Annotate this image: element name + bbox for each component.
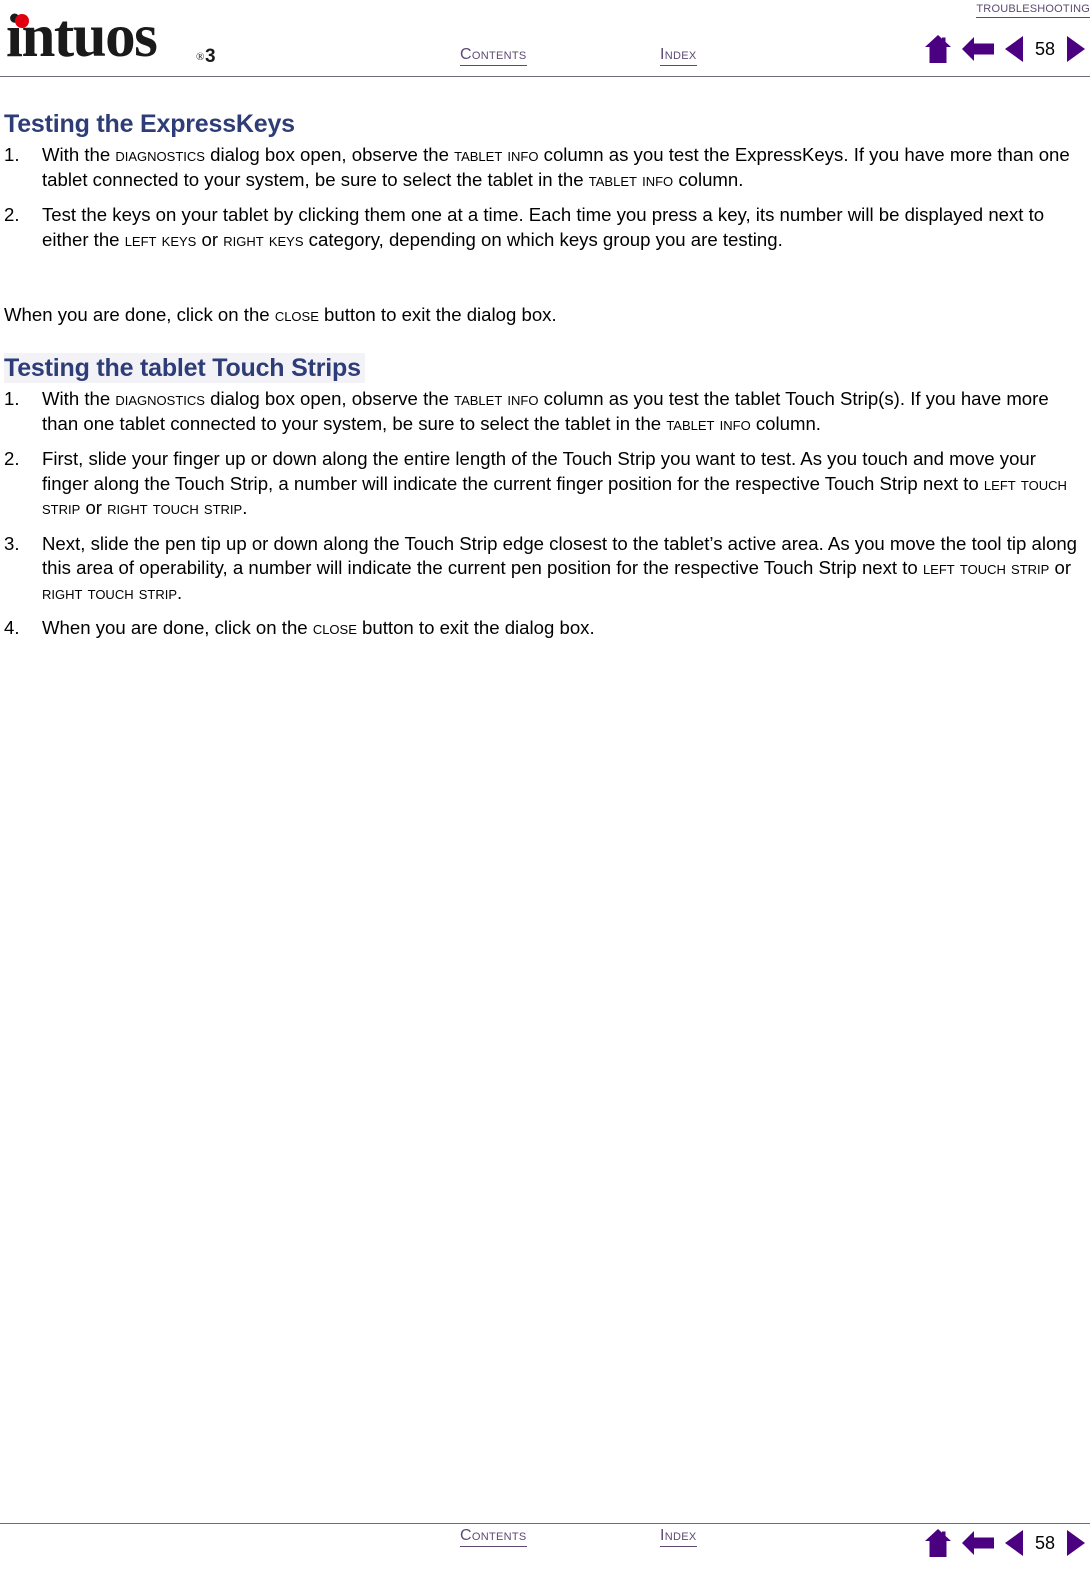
footer-nav-controls: 58 bbox=[924, 1528, 1086, 1558]
list-item-number: 2. bbox=[4, 204, 20, 225]
touchstrips-step-list: 1. With the DIAGNOSTICS dialog box open, … bbox=[0, 387, 1086, 652]
footer-page-number: 58 bbox=[1034, 1533, 1056, 1553]
logo-model-number: 3 bbox=[205, 46, 216, 67]
home-icon[interactable] bbox=[924, 34, 952, 64]
touchstrips-step-2-text: . bbox=[242, 497, 248, 518]
touchstrips-step-1-ui-term: TABLET INFO bbox=[454, 388, 539, 409]
touchstrips-step-1-ui-term: TABLET INFO bbox=[666, 412, 751, 434]
section-title-touch-strips: Testing the tablet Touch Strips bbox=[4, 353, 365, 383]
touchstrips-step-1-text: With the bbox=[42, 388, 116, 409]
touchstrips-step-1-text: column. bbox=[750, 412, 821, 434]
expresskeys-closing-ui-term: CLOSE bbox=[274, 304, 319, 325]
registered-mark: ® bbox=[196, 51, 205, 63]
touchstrips-step-3-ui-term: LEFT TOUCH STRIP bbox=[922, 557, 1050, 578]
header-nav-controls: 58 bbox=[924, 34, 1086, 64]
touchstrips-step-3-text: . bbox=[177, 581, 183, 603]
list-item-body: With the DIAGNOSTICS dialog box open, ob… bbox=[42, 144, 1070, 190]
list-item: 4. When you are done, click on the CLOSE … bbox=[0, 616, 1086, 641]
footer-contents-link[interactable]: CONTENTS bbox=[460, 1527, 527, 1547]
list-item-number: 2. bbox=[4, 448, 20, 469]
touchstrips-step-3-text: or bbox=[1049, 557, 1072, 578]
expresskeys-step-1-text: dialog box open, observe the bbox=[204, 144, 455, 165]
logo-wordmark: intuos bbox=[6, 3, 158, 70]
list-item-number: 4. bbox=[4, 617, 20, 638]
list-item-body: First, slide your finger up or down alon… bbox=[42, 448, 1067, 518]
touchstrips-step-1-text: dialog box open, observe the bbox=[204, 388, 455, 409]
expresskeys-step-1-text: With the bbox=[42, 144, 116, 165]
list-item-body: Test the keys on your tablet by clicking… bbox=[42, 204, 1044, 250]
header-index-link[interactable]: INDEX bbox=[660, 46, 697, 66]
logo-red-dot-icon bbox=[15, 14, 29, 28]
header-page-number: 58 bbox=[1034, 39, 1056, 59]
list-item-number: 1. bbox=[4, 388, 20, 409]
list-item-body: When you are done, click on the CLOSE bu… bbox=[42, 617, 595, 638]
expresskeys-step-2-text: category, depending on which keys group … bbox=[303, 228, 783, 250]
list-item: 1. With the DIAGNOSTICS dialog box open, … bbox=[0, 143, 1086, 192]
expresskeys-closing-paragraph: When you are done, click on the CLOSE bu… bbox=[4, 303, 1064, 328]
back-arrow-icon[interactable] bbox=[961, 1529, 995, 1557]
expresskeys-closing-text: When you are done, click on the bbox=[4, 304, 275, 325]
expresskeys-step-2-ui-term: RIGHT KEYS bbox=[223, 228, 304, 250]
page-title: Testing the ExpressKeys bbox=[4, 110, 295, 138]
touchstrips-step-2-ui-term: RIGHT TOUCH STRIP bbox=[107, 497, 243, 518]
touchstrips-step-2-text: First, slide your finger up or down alon… bbox=[42, 448, 1036, 494]
previous-page-icon[interactable] bbox=[1004, 35, 1024, 63]
header-contents-link[interactable]: CONTENTS bbox=[460, 46, 527, 66]
breadcrumb-link-troubleshooting[interactable]: TROUBLESHOOTING bbox=[976, 0, 1090, 18]
list-item-number: 3. bbox=[4, 532, 20, 554]
expresskeys-step-1-ui-term: TABLET INFO bbox=[454, 144, 539, 165]
touchstrips-step-3-text: Next, slide the pen tip up or down along… bbox=[42, 532, 1078, 579]
breadcrumb: TROUBLESHOOTING bbox=[976, 0, 1090, 18]
next-page-icon[interactable] bbox=[1066, 1529, 1086, 1557]
touchstrips-step-2-text: or bbox=[80, 497, 108, 518]
expresskeys-step-2-ui-term: LEFT KEYS bbox=[124, 228, 197, 250]
expresskeys-step-1-ui-term: TABLET INFO bbox=[588, 168, 674, 190]
expresskeys-step-2-text: or bbox=[196, 228, 224, 250]
list-item: 3. Next, slide the pen tip up or down alo… bbox=[0, 532, 1086, 606]
footer-index-link[interactable]: INDEX bbox=[660, 1527, 697, 1547]
touchstrips-step-1-ui-term: DIAGNOSTICS bbox=[115, 388, 205, 409]
expresskeys-step-1-text: column. bbox=[673, 168, 744, 190]
header-divider bbox=[0, 76, 1090, 77]
back-arrow-icon[interactable] bbox=[961, 35, 995, 63]
expresskeys-closing-text: button to exit the dialog box. bbox=[318, 304, 557, 325]
list-item: 1. With the DIAGNOSTICS dialog box open, … bbox=[0, 387, 1086, 436]
previous-page-icon[interactable] bbox=[1004, 1529, 1024, 1557]
footer-divider bbox=[0, 1523, 1090, 1524]
list-item: 2. First, slide your finger up or down al… bbox=[0, 447, 1086, 521]
expresskeys-step-1-ui-term: DIAGNOSTICS bbox=[115, 144, 205, 165]
touchstrips-step-4-text: button to exit the dialog box. bbox=[356, 617, 595, 638]
page-header: intuos ® 3 TROUBLESHOOTING CONTENTS INDE… bbox=[0, 0, 1090, 77]
home-icon[interactable] bbox=[924, 1528, 952, 1558]
list-item-body: With the DIAGNOSTICS dialog box open, ob… bbox=[42, 388, 1049, 434]
touchstrips-step-4-ui-term: CLOSE bbox=[312, 617, 357, 638]
list-item-body: Next, slide the pen tip up or down along… bbox=[42, 533, 1077, 603]
intuos-logo: intuos ® 3 bbox=[6, 3, 296, 70]
touchstrips-step-3-ui-term: RIGHT TOUCH STRIP bbox=[42, 581, 178, 603]
list-item-number: 1. bbox=[4, 144, 20, 165]
list-item: 2. Test the keys on your tablet by clicki… bbox=[0, 203, 1086, 252]
touchstrips-step-4-text: When you are done, click on the bbox=[42, 617, 313, 638]
next-page-icon[interactable] bbox=[1066, 35, 1086, 63]
expresskeys-step-list: 1. With the DIAGNOSTICS dialog box open, … bbox=[0, 143, 1086, 263]
